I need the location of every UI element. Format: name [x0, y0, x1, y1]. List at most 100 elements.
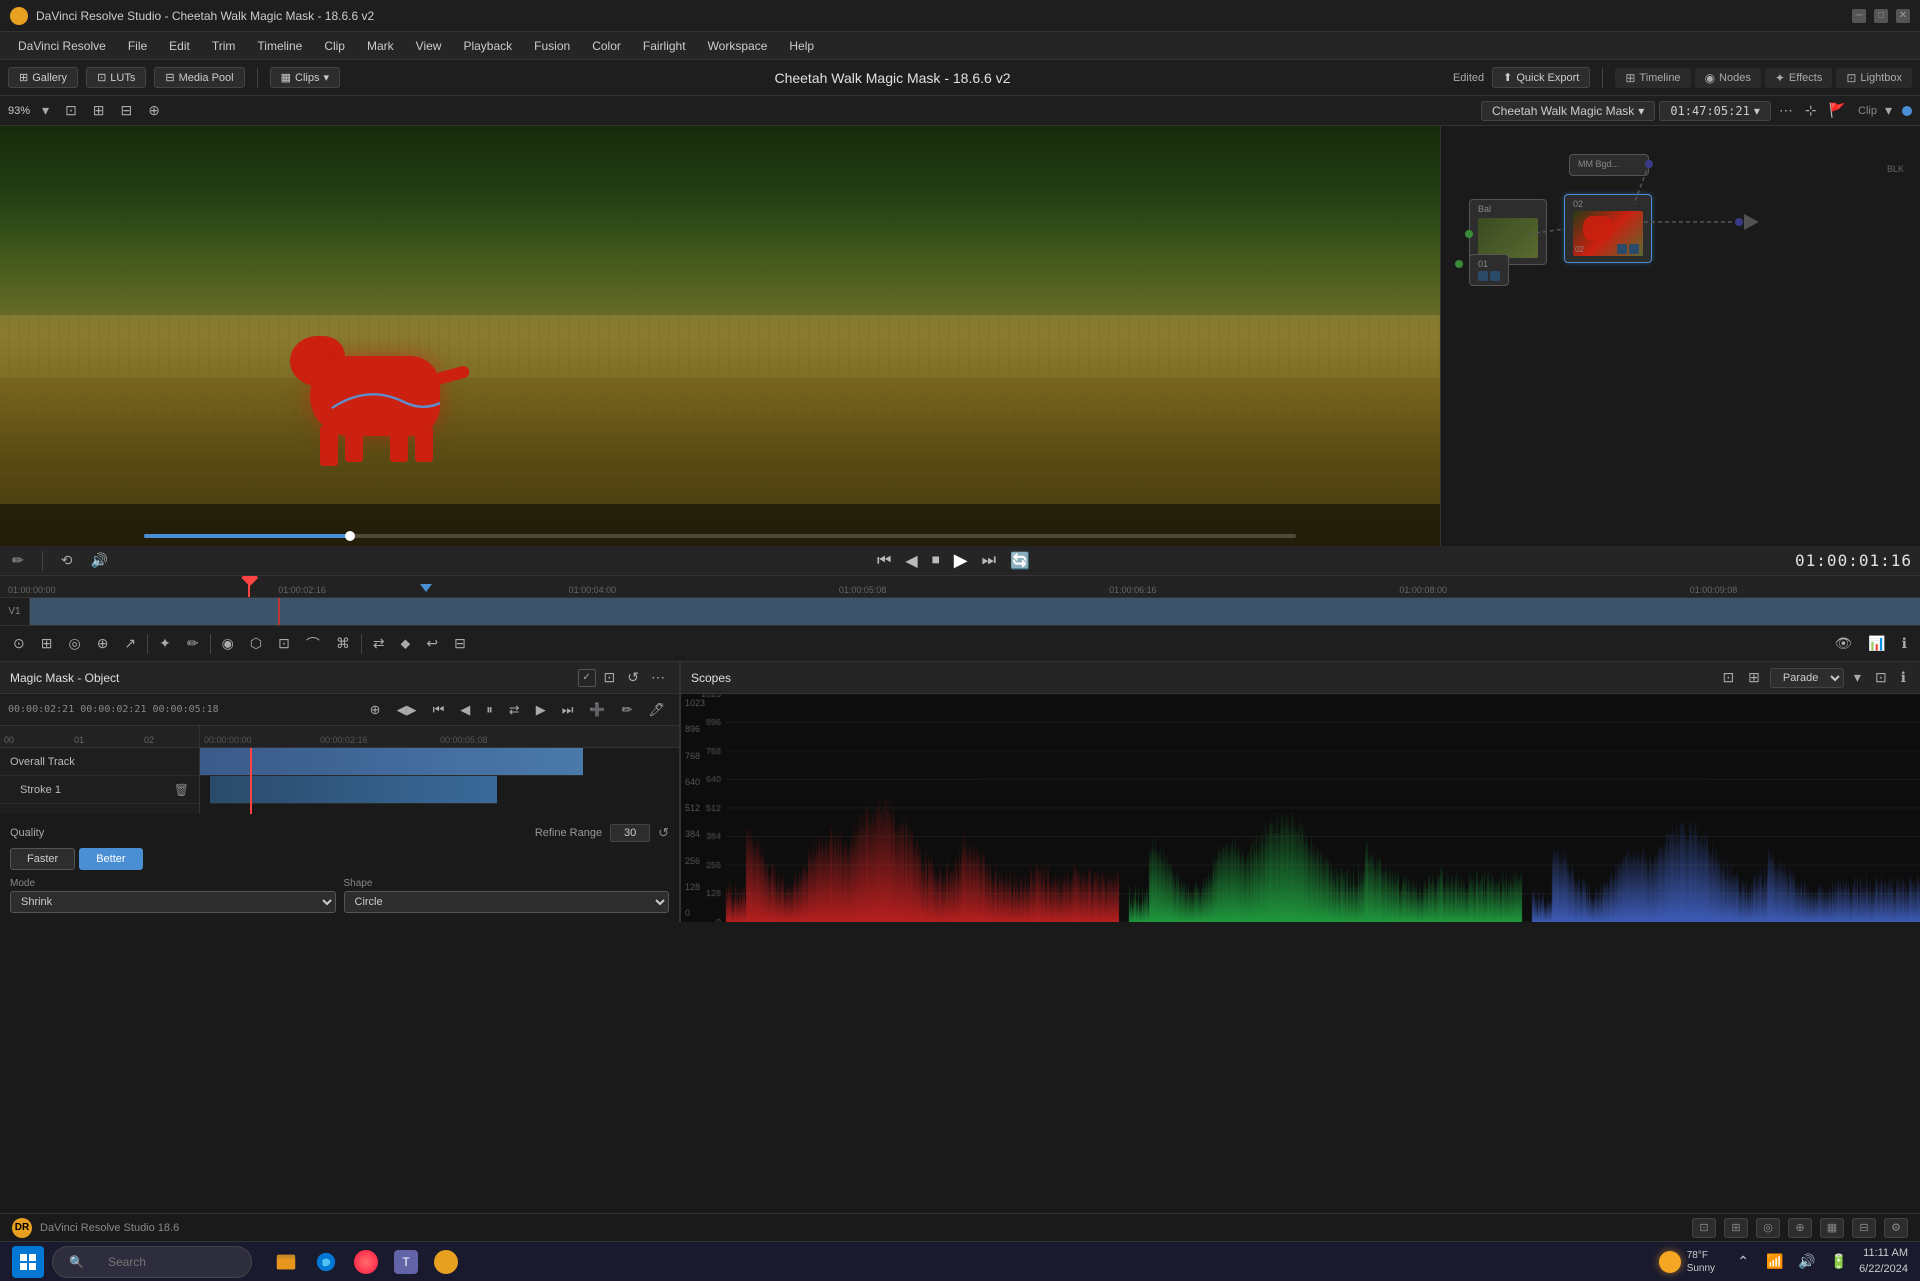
taskbar-app-explorer[interactable]	[268, 1244, 304, 1280]
status-icon-6[interactable]: ⊟	[1852, 1218, 1876, 1238]
track-v1-content[interactable]	[30, 598, 1920, 625]
menu-trim[interactable]: Trim	[202, 36, 246, 56]
start-button[interactable]	[12, 1246, 44, 1278]
taskbar-app-lotus[interactable]	[348, 1244, 384, 1280]
better-btn[interactable]: Better	[79, 848, 142, 870]
quick-export-button[interactable]: ⬆ Quick Export	[1492, 67, 1590, 88]
mm-stroke1-delete[interactable]: 🗑	[174, 783, 189, 797]
tab-nodes[interactable]: ◉ Nodes	[1695, 68, 1761, 88]
tool-circle[interactable]: ◉	[217, 632, 239, 655]
refresh-icon[interactable]: ↺	[658, 825, 669, 841]
menu-davinci[interactable]: DaVinci Resolve	[8, 36, 116, 56]
skip-to-start[interactable]: ⏮	[873, 552, 895, 570]
status-icon-2[interactable]: ⊞	[1724, 1218, 1748, 1238]
status-icon-1[interactable]: ⊡	[1692, 1218, 1716, 1238]
menu-view[interactable]: View	[406, 36, 452, 56]
viewer-cursor[interactable]: ⊹	[1801, 100, 1821, 121]
tool-invert[interactable]: ↩	[421, 632, 443, 655]
tool-star[interactable]: ✦	[154, 632, 176, 655]
tray-battery[interactable]: 🔋	[1827, 1250, 1851, 1274]
tool-warp[interactable]: ⌘	[331, 632, 355, 655]
viewer-more-options[interactable]: ⋯	[1775, 100, 1797, 121]
mm-overall-track[interactable]: Overall Track	[0, 748, 199, 776]
mm-pen[interactable]: ✏	[616, 699, 639, 721]
taskbar-app-davinci[interactable]	[428, 1244, 464, 1280]
tool-select[interactable]: ⊡	[273, 632, 295, 655]
menu-fairlight[interactable]: Fairlight	[633, 36, 696, 56]
clips-button[interactable]: ▦ Clips ▾	[270, 67, 340, 88]
mm-pause[interactable]: ⏸	[480, 699, 499, 721]
taskbar-app-teams[interactable]: T	[388, 1244, 424, 1280]
mm-settings[interactable]: ⊡	[600, 667, 620, 688]
close-button[interactable]: ✕	[1896, 9, 1910, 23]
tray-volume[interactable]: 🔊	[1795, 1250, 1819, 1274]
mm-more[interactable]: ⋯	[647, 667, 669, 688]
menu-mark[interactable]: Mark	[357, 36, 404, 56]
viewer-tool-2[interactable]: ⊞	[89, 100, 109, 121]
viewer-progress-bar[interactable]	[144, 534, 1296, 538]
mm-in-out[interactable]: ◀▶	[391, 699, 423, 721]
taskbar-clock[interactable]: 11:11 AM 6/22/2024	[1859, 1246, 1908, 1277]
menu-edit[interactable]: Edit	[159, 36, 200, 56]
mm-overall-bar[interactable]	[200, 748, 583, 776]
scopes-dropdown[interactable]: ▾	[1850, 667, 1865, 688]
viewer-tool-1[interactable]: ⊡	[61, 100, 81, 121]
minimize-button[interactable]: ─	[1852, 9, 1866, 23]
menu-timeline[interactable]: Timeline	[247, 36, 312, 56]
mm-skip-end[interactable]: ⏭	[556, 699, 580, 721]
tool-arrow[interactable]: ↗	[119, 632, 141, 655]
mm-stroke1-bar[interactable]	[210, 776, 497, 804]
mm-swap[interactable]: ⇄	[503, 699, 526, 721]
tray-network[interactable]: 📶	[1763, 1250, 1787, 1274]
menu-color[interactable]: Color	[582, 36, 631, 56]
stop[interactable]: ⏹	[928, 552, 944, 570]
timecode-display[interactable]: 01:47:05:21 ▾	[1659, 101, 1771, 121]
taskbar-app-edge[interactable]	[308, 1244, 344, 1280]
clip-selector[interactable]: Cheetah Walk Magic Mask ▾	[1481, 101, 1655, 121]
viewer-tool-4[interactable]: ⊕	[144, 100, 164, 121]
menu-help[interactable]: Help	[779, 36, 824, 56]
shape-select[interactable]: Circle	[344, 891, 670, 913]
menu-file[interactable]: File	[118, 36, 157, 56]
faster-btn[interactable]: Faster	[10, 848, 75, 870]
tool-eye[interactable]: 👁	[1829, 632, 1857, 655]
viewer-tool-3[interactable]: ⊟	[117, 100, 137, 121]
status-icon-3[interactable]: ◎	[1756, 1218, 1780, 1238]
menu-clip[interactable]: Clip	[314, 36, 355, 56]
mm-add-btn[interactable]: ⊕	[364, 699, 387, 721]
viewer-flag[interactable]: 🚩	[1825, 100, 1850, 121]
tool-pen[interactable]: ✏	[182, 632, 204, 655]
loop[interactable]: 🔄	[1006, 551, 1034, 571]
mode-select[interactable]: Shrink	[10, 891, 336, 913]
menu-fusion[interactable]: Fusion	[524, 36, 580, 56]
tool-target[interactable]: ◎	[63, 632, 85, 655]
mm-reset[interactable]: ↺	[623, 667, 643, 688]
maximize-button[interactable]: □	[1874, 9, 1888, 23]
tool-crosshair[interactable]: ⊕	[92, 632, 114, 655]
skip-to-end[interactable]: ⏭	[978, 552, 1000, 570]
tool-bezier[interactable]: ⌒	[301, 631, 325, 657]
mm-timeline-area[interactable]: 00:00:00:00 00:00:02:16 00:00:05:08	[200, 726, 679, 814]
media-pool-button[interactable]: ⊟ Media Pool	[154, 67, 244, 88]
mm-play[interactable]: ▶	[530, 699, 552, 721]
draw-tool[interactable]: ✏	[8, 550, 28, 571]
tab-effects[interactable]: ✦ Effects	[1765, 68, 1833, 88]
prev-frame[interactable]: ◀	[901, 551, 921, 571]
undo-btn[interactable]: ⟲	[57, 550, 77, 571]
node-02[interactable]: 02 02	[1564, 194, 1652, 263]
scopes-fullscreen[interactable]: ⊡	[1871, 667, 1891, 688]
mm-prev[interactable]: ◀	[454, 699, 476, 721]
tool-magic[interactable]: ⬥	[396, 632, 416, 655]
mm-brush[interactable]: 🖊	[642, 699, 671, 721]
play[interactable]: ▶	[950, 550, 972, 571]
scopes-expand[interactable]: ⊞	[1744, 667, 1764, 688]
tab-lightbox[interactable]: ⊡ Lightbox	[1836, 68, 1912, 88]
gallery-button[interactable]: ⊞ Gallery	[8, 67, 78, 88]
tool-chart[interactable]: 📊	[1863, 632, 1890, 655]
tool-polygon[interactable]: ⬡	[245, 632, 267, 655]
menu-workspace[interactable]: Workspace	[698, 36, 778, 56]
search-input[interactable]	[92, 1251, 232, 1273]
tool-circular[interactable]: ⊙	[8, 632, 30, 655]
status-icon-5[interactable]: ▦	[1820, 1218, 1844, 1238]
tab-timeline[interactable]: ⊞ Timeline	[1615, 68, 1690, 88]
